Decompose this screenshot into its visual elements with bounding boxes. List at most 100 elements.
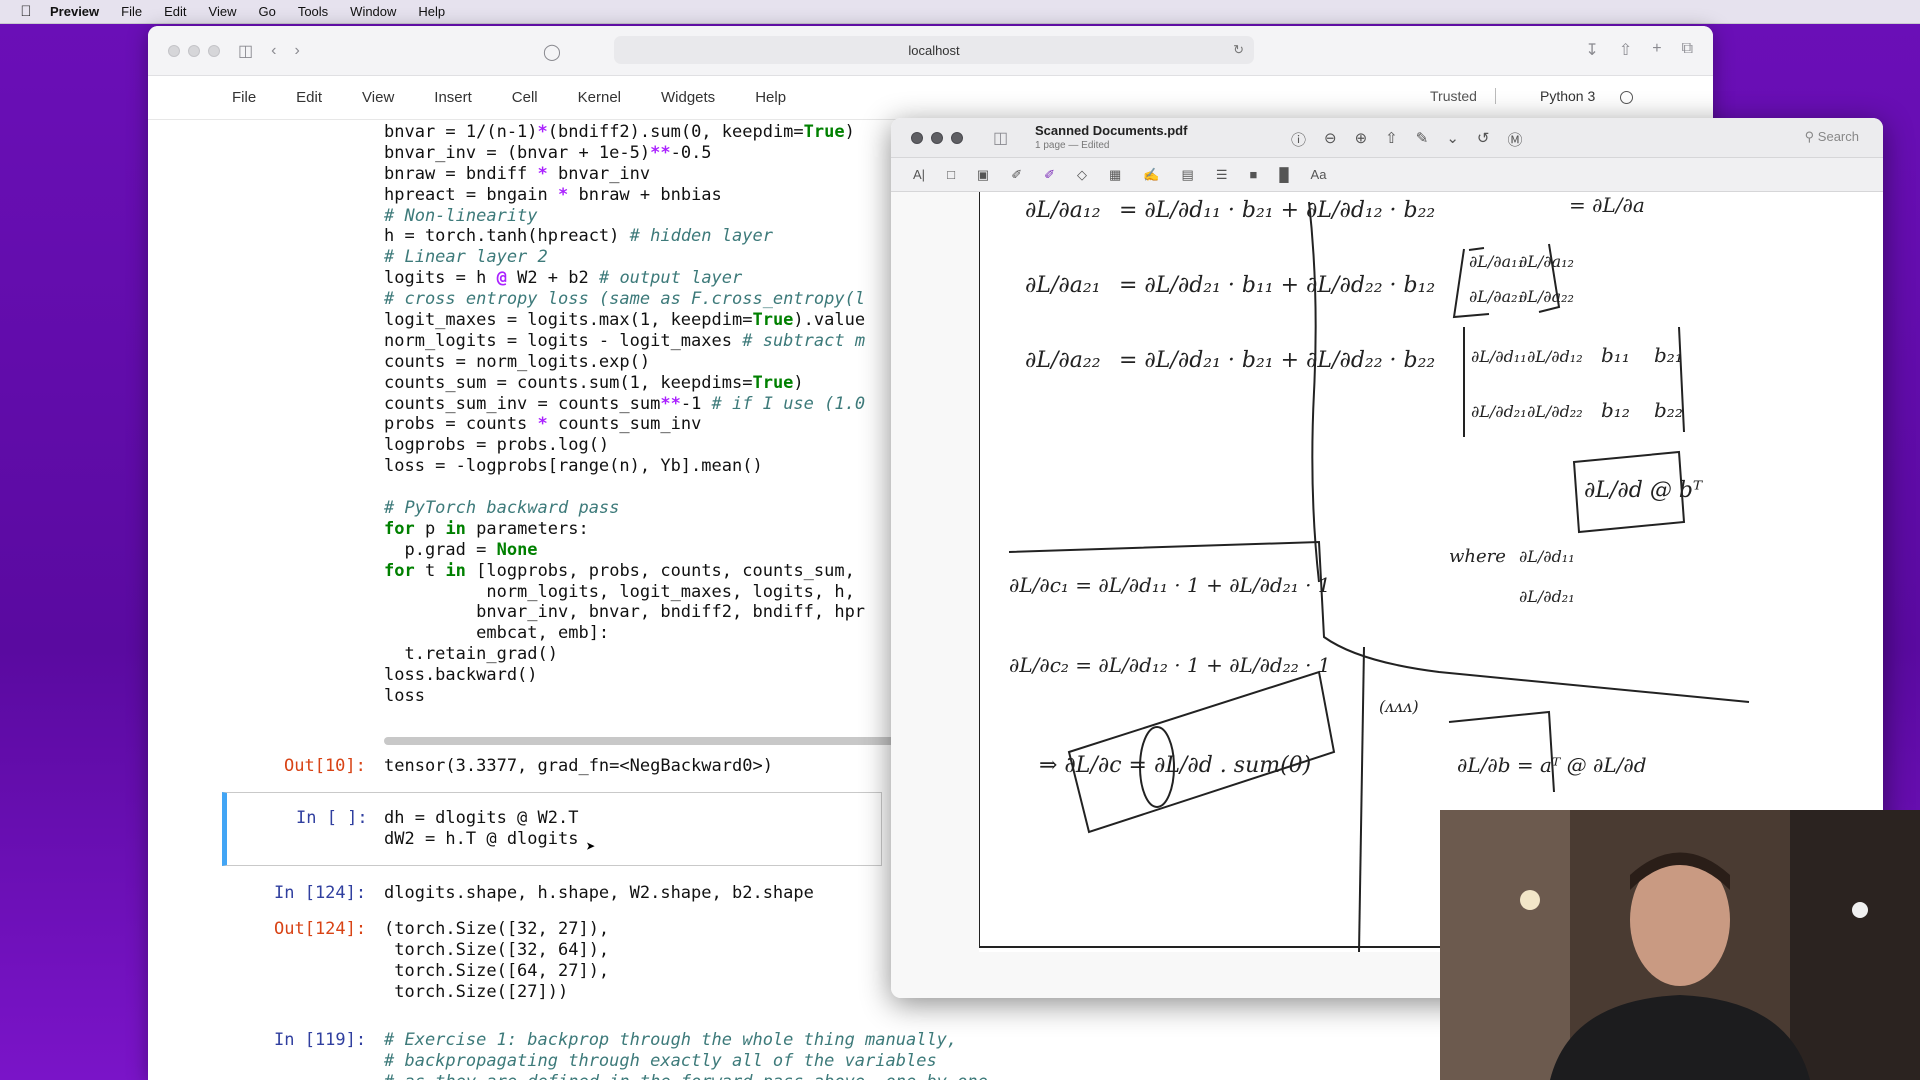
text-selection-tool[interactable]: A| (913, 167, 925, 182)
markup-pen-icon[interactable]: ✎ (1416, 129, 1429, 150)
address-bar[interactable]: localhost ↻ (614, 36, 1254, 64)
jupyter-menu-file[interactable]: File (232, 89, 256, 106)
text-style-button[interactable]: Aa (1311, 167, 1327, 182)
in119-line-1[interactable]: # Exercise 1: backprop through the whole… (384, 1030, 957, 1051)
info-icon[interactable]: ⓘ (1291, 129, 1306, 150)
draw-icon[interactable]: ✐ (1044, 167, 1055, 183)
code-line: probs = counts * counts_sum_inv (384, 414, 702, 435)
preview-sidebar-icon[interactable]: ◫ (993, 128, 1008, 148)
rotate-icon[interactable]: ↺ (1477, 129, 1490, 150)
code-line: loss.backward() (384, 665, 538, 686)
jupyter-menu-kernel[interactable]: Kernel (578, 89, 621, 106)
preview-document-title: Scanned Documents.pdf (1035, 123, 1188, 138)
in124-code[interactable]: dlogits.shape, h.shape, W2.shape, b2.sha… (384, 883, 814, 904)
window-controls (168, 44, 220, 57)
code-line: bnvar = 1/(n-1)*(bndiff2).sum(0, keepdim… (384, 122, 855, 142)
chevron-down-icon[interactable]: ⌄ (1446, 129, 1459, 150)
jupyter-menu-view[interactable]: View (362, 89, 394, 106)
hw-eq-a12-rhs: = ∂L/∂d₁₁ · b₂₁ + ∂L/∂d₁₂ · b₂₂ (1119, 198, 1435, 223)
menu-app-name[interactable]: Preview (50, 4, 99, 19)
code-line: bnvar_inv = (bnvar + 1e-5)**-0.5 (384, 142, 712, 163)
active-cell-prompt: In [ ]: (296, 808, 368, 828)
sketch-icon[interactable]: ✐ (1011, 167, 1022, 183)
hw-eq-c2: ∂L/∂c₂ = ∂L/∂d₁₂ · 1 + ∂L/∂d₂₂ · 1 (1009, 653, 1331, 677)
back-icon[interactable]: ‹ (271, 42, 276, 60)
browser-toolbar: ◫ ‹ › ◯ localhost ↻ ↧ ⇧ + ⧉ (148, 26, 1713, 76)
menu-edit[interactable]: Edit (164, 4, 186, 19)
zoom-in-icon[interactable]: ⊕ (1355, 129, 1368, 150)
note-icon[interactable]: ▤ (1182, 167, 1194, 183)
out124-line-2: torch.Size([32, 64]), (384, 940, 610, 960)
hw-where-d21: ∂L/∂d₂₁ (1519, 587, 1575, 606)
in119-prompt: In [119]: (274, 1030, 367, 1050)
text-box-icon[interactable]: ▦ (1109, 167, 1121, 183)
instant-alpha-icon[interactable]: ▣ (977, 167, 989, 183)
code-line: p.grad = None (384, 539, 538, 560)
jupyter-menu-widgets[interactable]: Widgets (661, 89, 715, 106)
code-horizontal-scrollbar[interactable] (384, 737, 904, 745)
shapes-icon[interactable]: ◇ (1077, 167, 1087, 183)
rect-selection-icon[interactable]: □ (947, 167, 955, 182)
hw-drawn: (ᴧᴧᴧ) (1379, 697, 1419, 716)
preview-search-field[interactable]: ⚲ Search (1805, 129, 1859, 145)
preview-titlebar: ◫ Scanned Documents.pdf 1 page — Edited … (891, 118, 1883, 158)
share-icon[interactable]: ⇧ (1385, 129, 1398, 150)
hw-where-d11: ∂L/∂d₁₁ (1519, 547, 1575, 566)
minimize-button[interactable] (188, 44, 200, 57)
trusted-indicator[interactable]: Trusted (1430, 88, 1496, 104)
menu-view[interactable]: View (209, 4, 237, 19)
download-icon[interactable]: ↧ (1585, 40, 1598, 60)
menu-go[interactable]: Go (258, 4, 275, 19)
in119-line-2[interactable]: # backpropagating through exactly all of… (384, 1051, 937, 1072)
preview-toolbar-icons: ⓘ ⊖ ⊕ ⇧ ✎ ⌄ ↺ Ⓜ (1291, 129, 1523, 150)
code-line: # Linear layer 2 (384, 247, 548, 268)
code-line: t.retain_grad() (384, 644, 558, 665)
code-line: bnraw = bndiff * bnvar_inv (384, 163, 651, 184)
preview-close-button[interactable] (911, 131, 923, 144)
shape-style-icon[interactable]: ☰ (1216, 167, 1228, 183)
jupyter-menu-insert[interactable]: Insert (434, 89, 472, 106)
menu-help[interactable]: Help (418, 4, 445, 19)
active-cell-line-1[interactable]: dh = dlogits @ W2.T (384, 808, 578, 829)
menu-tools[interactable]: Tools (298, 4, 328, 19)
hw-b21: b₂₁ (1654, 343, 1683, 367)
out124-line-3: torch.Size([64, 27]), (384, 961, 610, 981)
menu-file[interactable]: File (121, 4, 142, 19)
db-box (1448, 710, 1555, 793)
code-line: norm_logits = logits - logit_maxes # sub… (384, 330, 866, 351)
hw-b22: b₂₂ (1654, 398, 1683, 422)
jupyter-menu-help[interactable]: Help (755, 89, 786, 106)
code-line: h = torch.tanh(hpreact) # hidden layer (384, 226, 773, 247)
hw-eq-a22-rhs: = ∂L/∂d₂₁ · b₂₁ + ∂L/∂d₂₂ · b₂₂ (1119, 348, 1435, 373)
jupyter-menu-cell[interactable]: Cell (512, 89, 538, 106)
active-code-0: dh = dlogits @ W2.T (384, 808, 579, 828)
sidebar-icon[interactable]: ◫ (238, 41, 253, 61)
tab-overview-icon[interactable]: ⧉ (1682, 40, 1693, 60)
forward-pass-code[interactable]: bnvar = 1/(n-1)*(bndiff2).sum(0, keepdim… (384, 122, 865, 707)
code-line: norm_logits, logit_maxes, logits, h, (384, 581, 855, 602)
hw-eq-c: ⇒ ∂L/∂c = ∂L/∂d . sum(0) (1039, 753, 1311, 778)
code-line: embcat, emb]: (384, 623, 610, 644)
preview-zoom-button[interactable] (951, 131, 963, 144)
fill-color-icon[interactable]: █ (1279, 167, 1288, 182)
share-icon[interactable]: ⇧ (1619, 40, 1632, 60)
zoom-out-icon[interactable]: ⊖ (1324, 129, 1337, 150)
border-color-icon[interactable]: ■ (1249, 167, 1257, 182)
apple-icon[interactable]:  (16, 3, 36, 20)
sign-icon[interactable]: ✍ (1143, 167, 1159, 183)
reload-icon[interactable]: ↻ (1233, 42, 1244, 58)
hw-eq-a12-lhs: ∂L/∂a₁₂ (1025, 198, 1101, 223)
jupyter-menu-edit[interactable]: Edit (296, 89, 322, 106)
hw-grad-a11: ∂L/∂a₁₁ (1469, 252, 1524, 271)
new-tab-icon[interactable]: + (1652, 40, 1661, 60)
kernel-name[interactable]: Python 3 (1540, 88, 1595, 104)
markup-icon[interactable]: Ⓜ (1507, 129, 1522, 150)
active-cell-line-2[interactable]: dW2 = h.T @ dlogits (384, 829, 578, 850)
menu-window[interactable]: Window (350, 4, 396, 19)
forward-icon[interactable]: › (294, 42, 299, 60)
in119-line-3[interactable]: # as they are defined in the forward pas… (384, 1072, 988, 1080)
preview-minimize-button[interactable] (931, 131, 943, 144)
close-button[interactable] (168, 44, 180, 57)
zoom-button[interactable] (208, 44, 220, 57)
privacy-shield-icon[interactable]: ◯ (543, 42, 561, 62)
